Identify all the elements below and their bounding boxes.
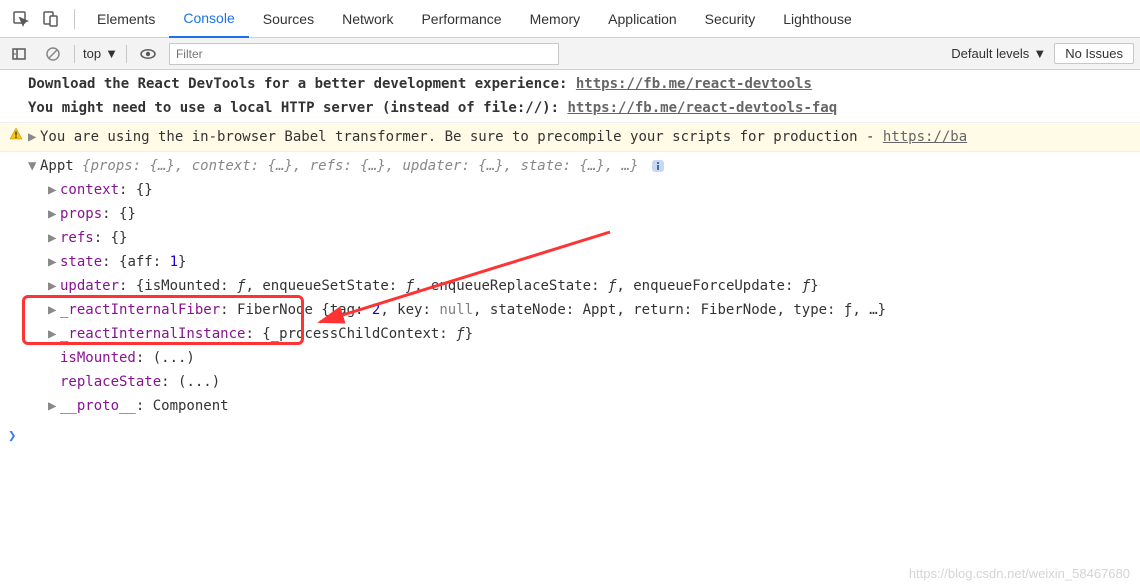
live-expression-icon[interactable] — [135, 41, 161, 67]
tab-elements[interactable]: Elements — [83, 0, 169, 38]
inspect-element-icon[interactable] — [6, 4, 36, 34]
property-key: context — [60, 182, 119, 198]
property-value: FiberNode {tag: 2, key: null, stateNode:… — [237, 302, 886, 318]
property-value[interactable]: (...) — [178, 374, 220, 390]
property-key: props — [60, 206, 102, 222]
property-key: isMounted — [60, 350, 136, 366]
object-log: ▼Appt {props: {…}, context: {…}, refs: {… — [0, 152, 1140, 420]
clear-console-icon[interactable] — [40, 41, 66, 67]
expand-toggle[interactable]: ▶ — [48, 178, 60, 202]
tab-console[interactable]: Console — [169, 0, 248, 38]
chevron-down-icon: ▼ — [105, 46, 118, 61]
expand-toggle[interactable]: ▶ — [48, 298, 60, 322]
context-label: top — [83, 46, 101, 61]
log-link[interactable]: https://fb.me/react-devtools-faq — [567, 100, 837, 116]
console-output: Download the React DevTools for a better… — [0, 70, 1140, 452]
device-toolbar-icon[interactable] — [36, 4, 66, 34]
chevron-down-icon: ▼ — [1033, 46, 1046, 61]
tab-lighthouse[interactable]: Lighthouse — [769, 0, 866, 38]
property-key: updater — [60, 278, 119, 294]
property-value: {isMounted: ƒ, enqueueSetState: ƒ, enque… — [136, 278, 819, 294]
property-key: _reactInternalFiber — [60, 302, 220, 318]
expand-toggle[interactable]: ▶ — [48, 250, 60, 274]
property-value: {_processChildContext: ƒ} — [262, 326, 473, 342]
toggle-sidebar-icon[interactable] — [6, 41, 32, 67]
tab-application[interactable]: Application — [594, 0, 691, 38]
warning-icon — [9, 127, 23, 141]
devtools-tabs-bar: Elements Console Sources Network Perform… — [0, 0, 1140, 38]
log-link[interactable]: https://fb.me/react-devtools — [576, 76, 812, 92]
object-class: Appt — [40, 158, 74, 174]
context-selector[interactable]: top ▼ — [83, 46, 118, 61]
object-summary: {props: {…}, context: {…}, refs: {…}, up… — [74, 158, 639, 174]
issues-button[interactable]: No Issues — [1054, 43, 1134, 64]
expand-toggle[interactable]: ▼ — [28, 154, 40, 178]
property-key: __proto__ — [60, 398, 136, 414]
tab-performance[interactable]: Performance — [407, 0, 515, 38]
console-prompt[interactable]: ❯ — [0, 420, 1140, 452]
levels-label: Default levels — [951, 46, 1029, 61]
tab-security[interactable]: Security — [691, 0, 770, 38]
log-message: Download the React DevTools for a better… — [0, 70, 1140, 123]
property-value[interactable]: (...) — [153, 350, 195, 366]
separator — [126, 45, 127, 63]
property-key: state — [60, 254, 102, 270]
console-toolbar: top ▼ Default levels ▼ No Issues — [0, 38, 1140, 70]
expand-toggle[interactable]: ▶ — [28, 125, 40, 149]
tab-network[interactable]: Network — [328, 0, 407, 38]
expand-toggle[interactable]: ▶ — [48, 202, 60, 226]
watermark-text: https://blog.csdn.net/weixin_58467680 — [909, 566, 1130, 581]
tab-sources[interactable]: Sources — [249, 0, 328, 38]
warning-link[interactable]: https://ba — [883, 129, 967, 145]
warning-text: You are using the in-browser Babel trans… — [40, 129, 883, 145]
property-value: {aff: 1} — [119, 254, 186, 270]
filter-input[interactable] — [169, 43, 559, 65]
property-value: {} — [136, 182, 153, 198]
log-text: Download the React DevTools for a better… — [28, 76, 576, 92]
property-key: replaceState — [60, 374, 161, 390]
property-key: refs — [60, 230, 94, 246]
expand-toggle[interactable]: ▶ — [48, 394, 60, 418]
warning-message: ▶You are using the in-browser Babel tran… — [0, 123, 1140, 152]
expand-toggle[interactable]: ▶ — [48, 226, 60, 250]
separator — [74, 45, 75, 63]
expand-toggle[interactable]: ▶ — [48, 322, 60, 346]
property-value: Component — [153, 398, 229, 414]
log-levels-selector[interactable]: Default levels ▼ — [951, 46, 1046, 61]
log-text: You might need to use a local HTTP serve… — [28, 100, 567, 116]
expand-toggle[interactable]: ▶ — [48, 274, 60, 298]
property-value: {} — [111, 230, 128, 246]
info-icon[interactable] — [651, 159, 665, 173]
tab-memory[interactable]: Memory — [516, 0, 595, 38]
property-key: _reactInternalInstance — [60, 326, 245, 342]
property-value: {} — [119, 206, 136, 222]
separator — [74, 9, 75, 29]
